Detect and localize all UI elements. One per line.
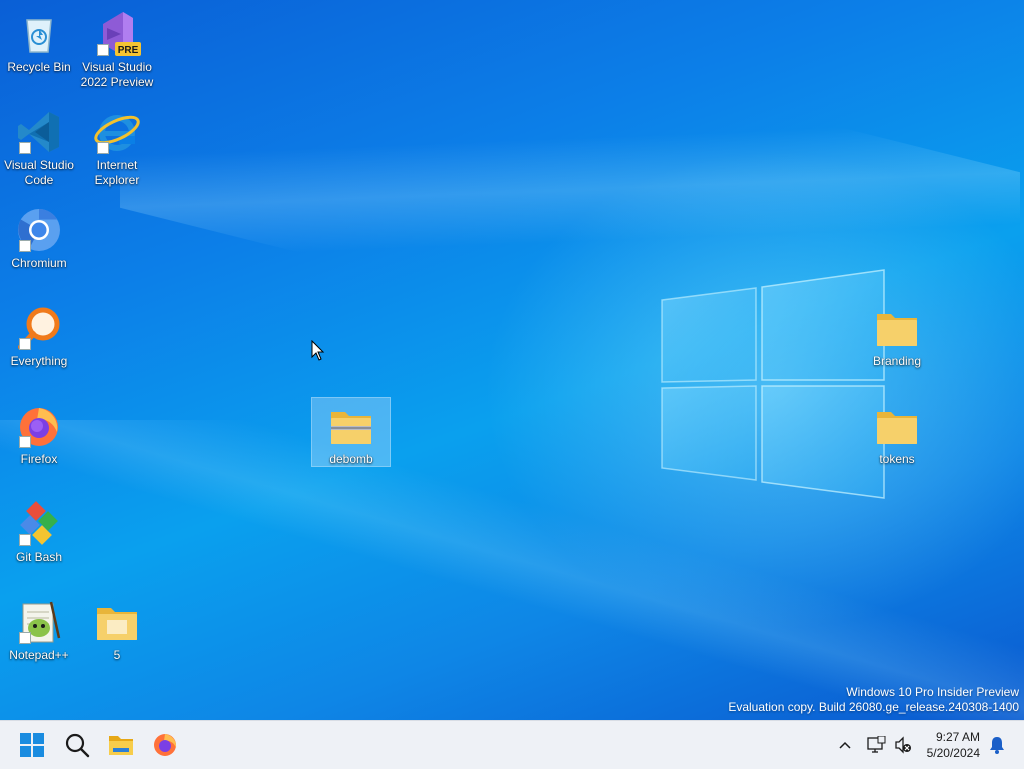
desktop-icon-everything[interactable]: Everything xyxy=(0,300,78,368)
folder-icon xyxy=(873,402,921,450)
visual-studio-icon: PRE xyxy=(93,10,141,58)
desktop-icon-notepad-plus-plus[interactable]: Notepad++ xyxy=(0,594,78,662)
clock-date: 5/20/2024 xyxy=(926,746,980,760)
chevron-up-icon xyxy=(839,741,851,749)
bell-icon xyxy=(990,737,1004,754)
shortcut-arrow-icon xyxy=(19,338,31,350)
shortcut-arrow-icon xyxy=(19,534,31,546)
firefox-taskbar-button[interactable] xyxy=(147,727,183,763)
everything-search-icon xyxy=(15,304,63,352)
desktop-icon-debomb[interactable]: debomb xyxy=(311,397,391,467)
desktop[interactable]: Recycle Bin PRE Visual Studio 2022 Previ… xyxy=(0,0,1024,720)
search-icon xyxy=(65,733,90,758)
desktop-icon-branding[interactable]: Branding xyxy=(858,300,936,368)
shortcut-arrow-icon xyxy=(97,44,109,56)
desktop-icon-firefox[interactable]: Firefox xyxy=(0,398,78,466)
network-status-button[interactable] xyxy=(864,727,888,763)
shortcut-arrow-icon xyxy=(19,436,31,448)
evaluation-watermark: Windows 10 Pro Insider Preview Evaluatio… xyxy=(728,685,1019,715)
desktop-icon-recycle-bin[interactable]: Recycle Bin xyxy=(0,6,78,74)
desktop-icon-visual-studio-code[interactable]: Visual Studio Code xyxy=(0,104,78,188)
network-icon xyxy=(867,736,886,753)
desktop-icon-label: Notepad++ xyxy=(9,648,69,662)
firefox-icon xyxy=(15,402,63,450)
folder-icon xyxy=(873,304,921,352)
desktop-icon-label: Internet Explorer xyxy=(94,158,140,187)
internet-explorer-icon xyxy=(93,108,141,156)
start-button[interactable] xyxy=(14,727,50,763)
desktop-icon-label: Chromium xyxy=(11,256,67,270)
shortcut-arrow-icon xyxy=(19,142,31,154)
shortcut-arrow-icon xyxy=(19,632,31,644)
chromium-icon xyxy=(15,206,63,254)
git-bash-icon xyxy=(15,500,63,548)
preview-badge-text: PRE xyxy=(118,45,139,56)
clock-time: 9:27 AM xyxy=(935,730,980,744)
desktop-icon-label: Recycle Bin xyxy=(7,60,71,74)
taskbar-clock[interactable]: 9:27 AM 5/20/2024 xyxy=(910,729,980,761)
vscode-icon xyxy=(15,108,63,156)
desktop-icon-chromium[interactable]: Chromium xyxy=(0,202,78,270)
taskbar: 9:27 AM 5/20/2024 xyxy=(0,720,1024,769)
shortcut-arrow-icon xyxy=(19,240,31,252)
desktop-icon-label: 5 xyxy=(113,648,121,662)
shortcut-arrow-icon xyxy=(97,142,109,154)
desktop-icon-visual-studio-2022-preview[interactable]: PRE Visual Studio 2022 Preview xyxy=(78,6,156,90)
desktop-icon-internet-explorer[interactable]: Internet Explorer xyxy=(78,104,156,188)
desktop-icon-tokens[interactable]: tokens xyxy=(858,398,936,466)
desktop-icon-folder-5[interactable]: 5 xyxy=(78,594,156,662)
search-button[interactable] xyxy=(59,727,95,763)
desktop-icon-label: Firefox xyxy=(20,452,58,466)
show-hidden-icons-button[interactable] xyxy=(836,727,854,763)
desktop-icon-label: Visual Studio Code xyxy=(4,158,74,187)
zip-folder-icon xyxy=(327,402,375,450)
windows-start-icon xyxy=(20,733,44,757)
desktop-icon-label: Branding xyxy=(872,354,922,368)
folder-icon xyxy=(93,598,141,646)
desktop-icon-git-bash[interactable]: Git Bash xyxy=(0,496,78,564)
desktop-icon-label: Git Bash xyxy=(15,550,63,564)
mouse-pointer-icon xyxy=(311,340,325,361)
desktop-icon-label: debomb xyxy=(329,452,373,466)
file-explorer-icon xyxy=(109,736,133,755)
recycle-bin-icon xyxy=(15,10,63,58)
desktop-icon-label: Everything xyxy=(10,354,68,368)
notification-center-button[interactable] xyxy=(986,727,1008,763)
file-explorer-button[interactable] xyxy=(103,727,139,763)
watermark-build: Evaluation copy. Build 26080.ge_release.… xyxy=(728,700,1019,714)
watermark-edition: Windows 10 Pro Insider Preview xyxy=(846,685,1019,699)
desktop-icon-label: Visual Studio 2022 Preview xyxy=(80,60,154,89)
firefox-icon xyxy=(154,734,177,756)
desktop-icon-label: tokens xyxy=(879,452,915,466)
windows-logo-wallpaper xyxy=(661,269,885,499)
notepad-plus-plus-icon xyxy=(15,598,63,646)
